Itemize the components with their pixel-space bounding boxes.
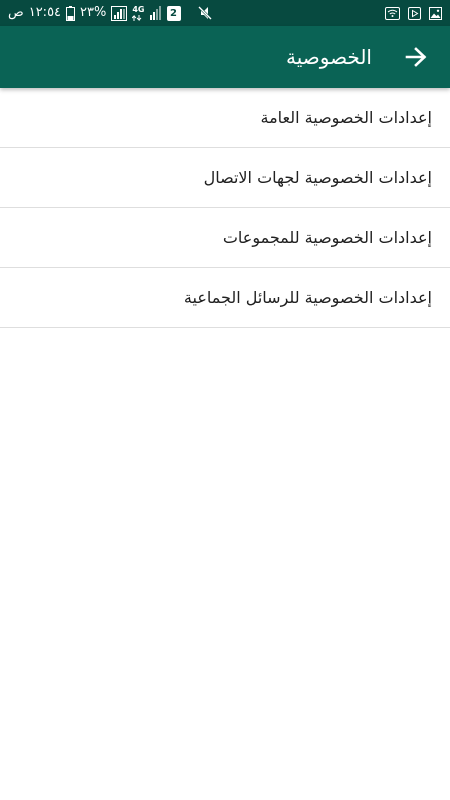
menu-item-broadcast-privacy[interactable]: إعدادات الخصوصية للرسائل الجماعية — [0, 268, 450, 328]
status-bar: ص ١٢:٥٤ ٢٣% 4G 2 — [0, 0, 450, 26]
sim-slot-badge: 2 — [166, 5, 181, 21]
privacy-settings-list: إعدادات الخصوصية العامة إعدادات الخصوصية… — [0, 88, 450, 328]
status-bar-right — [385, 0, 442, 26]
mute-icon — [197, 0, 212, 26]
signal-strength-2-icon — [149, 0, 162, 26]
menu-item-groups-privacy[interactable]: إعدادات الخصوصية للمجموعات — [0, 208, 450, 268]
network-type-label: 4G — [132, 4, 145, 14]
menu-item-contacts-privacy[interactable]: إعدادات الخصوصية لجهات الاتصال — [0, 148, 450, 208]
image-icon — [429, 0, 442, 26]
menu-item-label: إعدادات الخصوصية العامة — [260, 108, 432, 127]
menu-item-general-privacy[interactable]: إعدادات الخصوصية العامة — [0, 88, 450, 148]
menu-item-label: إعدادات الخصوصية لجهات الاتصال — [203, 168, 432, 187]
app-bar: الخصوصية — [0, 26, 450, 88]
back-button[interactable] — [396, 37, 436, 77]
network-4g-icon: 4G — [132, 0, 145, 26]
arrow-back-icon — [405, 47, 427, 67]
status-time: ١٢:٥٤ — [28, 5, 62, 20]
status-bar-left: ص ١٢:٥٤ ٢٣% 4G 2 — [8, 0, 212, 26]
status-ampm: ص — [8, 5, 24, 20]
screen: ص ١٢:٥٤ ٢٣% 4G 2 الخصوصية إعدادات الخصوص… — [0, 0, 450, 800]
menu-item-label: إعدادات الخصوصية للرسائل الجماعية — [183, 288, 432, 307]
page-title: الخصوصية — [286, 45, 372, 69]
menu-item-label: إعدادات الخصوصية للمجموعات — [222, 228, 432, 247]
wifi-icon — [385, 0, 400, 26]
signal-strength-icon — [111, 0, 128, 26]
battery-percent: ٢٣% — [80, 5, 107, 20]
play-store-icon — [408, 0, 421, 26]
battery-icon — [66, 0, 76, 26]
